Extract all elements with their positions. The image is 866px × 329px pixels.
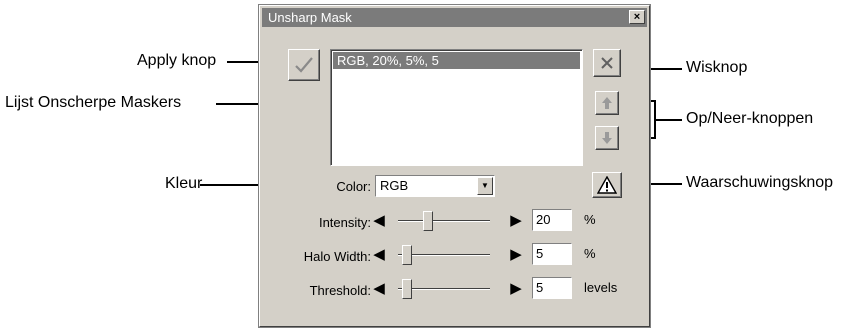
callout-apply-knop: Apply knop bbox=[137, 52, 217, 69]
list-item[interactable]: RGB, 20%, 5%, 5 bbox=[333, 52, 580, 69]
close-button[interactable]: × bbox=[629, 10, 645, 24]
callout-wisknop: Wisknop bbox=[686, 59, 748, 76]
dialog-title: Unsharp Mask bbox=[268, 10, 352, 25]
threshold-input[interactable]: 5 bbox=[532, 277, 572, 299]
callout-line-updown bbox=[654, 119, 682, 121]
callout-waarschuwing: Waarschuwingsknop bbox=[686, 174, 834, 191]
intensity-slider-thumb[interactable] bbox=[422, 211, 433, 231]
callout-op-neer: Op/Neer-knoppen bbox=[686, 110, 814, 127]
unsharp-mask-list[interactable]: RGB, 20%, 5%, 5 bbox=[330, 49, 583, 166]
halo-width-decrease-icon[interactable]: ◀ bbox=[373, 245, 385, 265]
title-bar: Unsharp Mask × bbox=[262, 8, 647, 27]
delete-button[interactable] bbox=[593, 49, 621, 77]
threshold-increase-icon[interactable]: ▶ bbox=[510, 279, 522, 299]
halo-width-input[interactable]: 5 bbox=[532, 243, 572, 265]
intensity-decrease-icon[interactable]: ◀ bbox=[373, 211, 385, 231]
dropdown-arrow-icon[interactable]: ▼ bbox=[477, 177, 493, 195]
threshold-slider-thumb[interactable] bbox=[402, 279, 413, 299]
intensity-label: Intensity: bbox=[318, 215, 371, 230]
checkmark-icon bbox=[295, 57, 313, 73]
warning-icon bbox=[597, 176, 617, 194]
callout-kleur: Kleur bbox=[165, 175, 203, 192]
x-icon bbox=[601, 57, 613, 69]
threshold-decrease-icon[interactable]: ◀ bbox=[373, 279, 385, 299]
threshold-label: Threshold: bbox=[309, 283, 371, 298]
halo-width-slider-thumb[interactable] bbox=[402, 245, 413, 265]
callout-lijst: Lijst Onscherpe Maskers bbox=[5, 94, 182, 111]
apply-button[interactable] bbox=[288, 49, 320, 81]
intensity-increase-icon[interactable]: ▶ bbox=[510, 211, 522, 231]
move-down-button[interactable] bbox=[595, 126, 619, 150]
color-select-value: RGB bbox=[380, 178, 409, 193]
arrow-up-icon bbox=[602, 97, 612, 109]
halo-width-unit: % bbox=[584, 246, 596, 261]
threshold-unit: levels bbox=[584, 280, 618, 295]
halo-width-increase-icon[interactable]: ▶ bbox=[510, 245, 522, 265]
color-select[interactable]: RGB ▼ bbox=[375, 175, 495, 197]
arrow-down-icon bbox=[602, 132, 612, 144]
warning-button[interactable] bbox=[592, 172, 622, 198]
halo-width-label: Halo Width: bbox=[303, 249, 371, 264]
move-up-button[interactable] bbox=[595, 91, 619, 115]
intensity-slider-track[interactable] bbox=[398, 220, 490, 222]
intensity-input[interactable]: 20 bbox=[532, 209, 572, 231]
unsharp-mask-dialog: Unsharp Mask × RGB, 20%, 5%, 5 Color: RG… bbox=[258, 4, 651, 328]
color-label: Color: bbox=[336, 179, 371, 194]
intensity-unit: % bbox=[584, 212, 596, 227]
